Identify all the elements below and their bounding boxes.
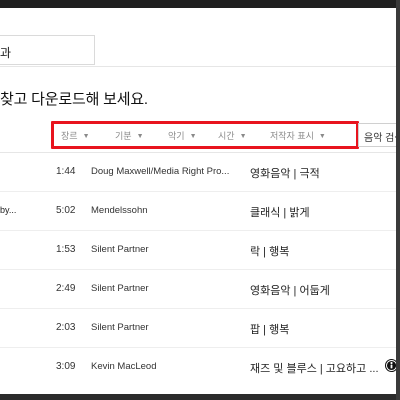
chevron-down-icon: ▼ bbox=[82, 133, 90, 140]
track-genre-mood: 팝 | 행복 bbox=[250, 324, 290, 336]
page-headline: 찾고 다운로드해 보세요. bbox=[0, 91, 148, 108]
filter-mood-label: 기분 bbox=[115, 131, 132, 141]
track-genre-mood: 재즈 및 블루스 | 고요하고 ... bbox=[250, 363, 379, 375]
filter-duration[interactable]: 시간 ▼ bbox=[218, 129, 247, 142]
track-row[interactable]: 2:03 Silent Partner 팝 | 행복 bbox=[0, 309, 396, 348]
track-genre-mood: 락 | 행복 bbox=[250, 246, 290, 258]
filter-genre-label: 장르 bbox=[61, 131, 78, 141]
filter-bar: 장르 ▼ 기분 ▼ 악기 ▼ 시간 ▼ 저작자 표시 ▼ bbox=[51, 121, 359, 149]
chevron-down-icon: ▼ bbox=[318, 133, 326, 140]
track-genre-mood: 클래식 | 밝게 bbox=[250, 207, 310, 219]
search-input-value: 과 bbox=[0, 46, 12, 60]
track-duration: 5:02 bbox=[56, 205, 76, 216]
track-artist[interactable]: Silent Partner bbox=[91, 283, 241, 294]
chevron-down-icon: ▼ bbox=[136, 133, 144, 140]
track-artist[interactable]: Silent Partner bbox=[91, 244, 241, 255]
attribution-required-icon[interactable] bbox=[385, 359, 396, 372]
filter-attribution[interactable]: 저작자 표시 ▼ bbox=[270, 129, 326, 142]
track-duration: 3:09 bbox=[56, 361, 76, 372]
top-bar bbox=[0, 0, 396, 8]
track-title: by... bbox=[0, 205, 17, 215]
chevron-down-icon: ▼ bbox=[189, 133, 197, 140]
track-artist[interactable]: Silent Partner bbox=[91, 322, 241, 333]
track-row[interactable]: by... 5:02 Mendelssohn 클래식 | 밝게 bbox=[0, 192, 396, 231]
bottom-bar bbox=[0, 394, 396, 400]
chevron-down-icon: ▼ bbox=[239, 133, 247, 140]
filter-duration-label: 시간 bbox=[218, 131, 235, 141]
audio-library-page: 과 찾고 다운로드해 보세요. 장르 ▼ 기분 ▼ 악기 ▼ 시간 ▼ 저작자 표시 ▼ … bbox=[0, 0, 396, 400]
track-artist[interactable]: Doug Maxwell/Media Right Pro... bbox=[91, 166, 241, 177]
filter-mood[interactable]: 기분 ▼ bbox=[115, 129, 144, 142]
filter-instrument-label: 악기 bbox=[168, 131, 185, 141]
search-input[interactable]: 과 bbox=[0, 35, 95, 65]
track-duration: 2:49 bbox=[56, 283, 76, 294]
filter-genre[interactable]: 장르 ▼ bbox=[61, 129, 90, 142]
track-duration: 2:03 bbox=[56, 322, 76, 333]
filter-instrument[interactable]: 악기 ▼ bbox=[168, 129, 197, 142]
track-row[interactable]: 2:49 Silent Partner 영화음악 | 어둡게 bbox=[0, 270, 396, 309]
track-duration: 1:44 bbox=[56, 166, 76, 177]
filter-attribution-label: 저작자 표시 bbox=[270, 131, 314, 141]
track-row[interactable]: 1:53 Silent Partner 락 | 행복 bbox=[0, 231, 396, 270]
track-artist[interactable]: Mendelssohn bbox=[91, 205, 241, 216]
track-duration: 1:53 bbox=[56, 244, 76, 255]
divider bbox=[0, 66, 396, 67]
track-artist[interactable]: Kevin MacLeod bbox=[91, 361, 241, 372]
track-genre-mood: 영화음악 | 극적 bbox=[250, 168, 320, 180]
music-search-button[interactable]: 음악 검색 bbox=[358, 123, 396, 147]
track-genre-mood: 영화음악 | 어둡게 bbox=[250, 285, 330, 297]
track-row[interactable]: 3:09 Kevin MacLeod 재즈 및 블루스 | 고요하고 ... bbox=[0, 348, 396, 387]
track-row[interactable]: 1:44 Doug Maxwell/Media Right Pro... 영화음… bbox=[0, 153, 396, 192]
